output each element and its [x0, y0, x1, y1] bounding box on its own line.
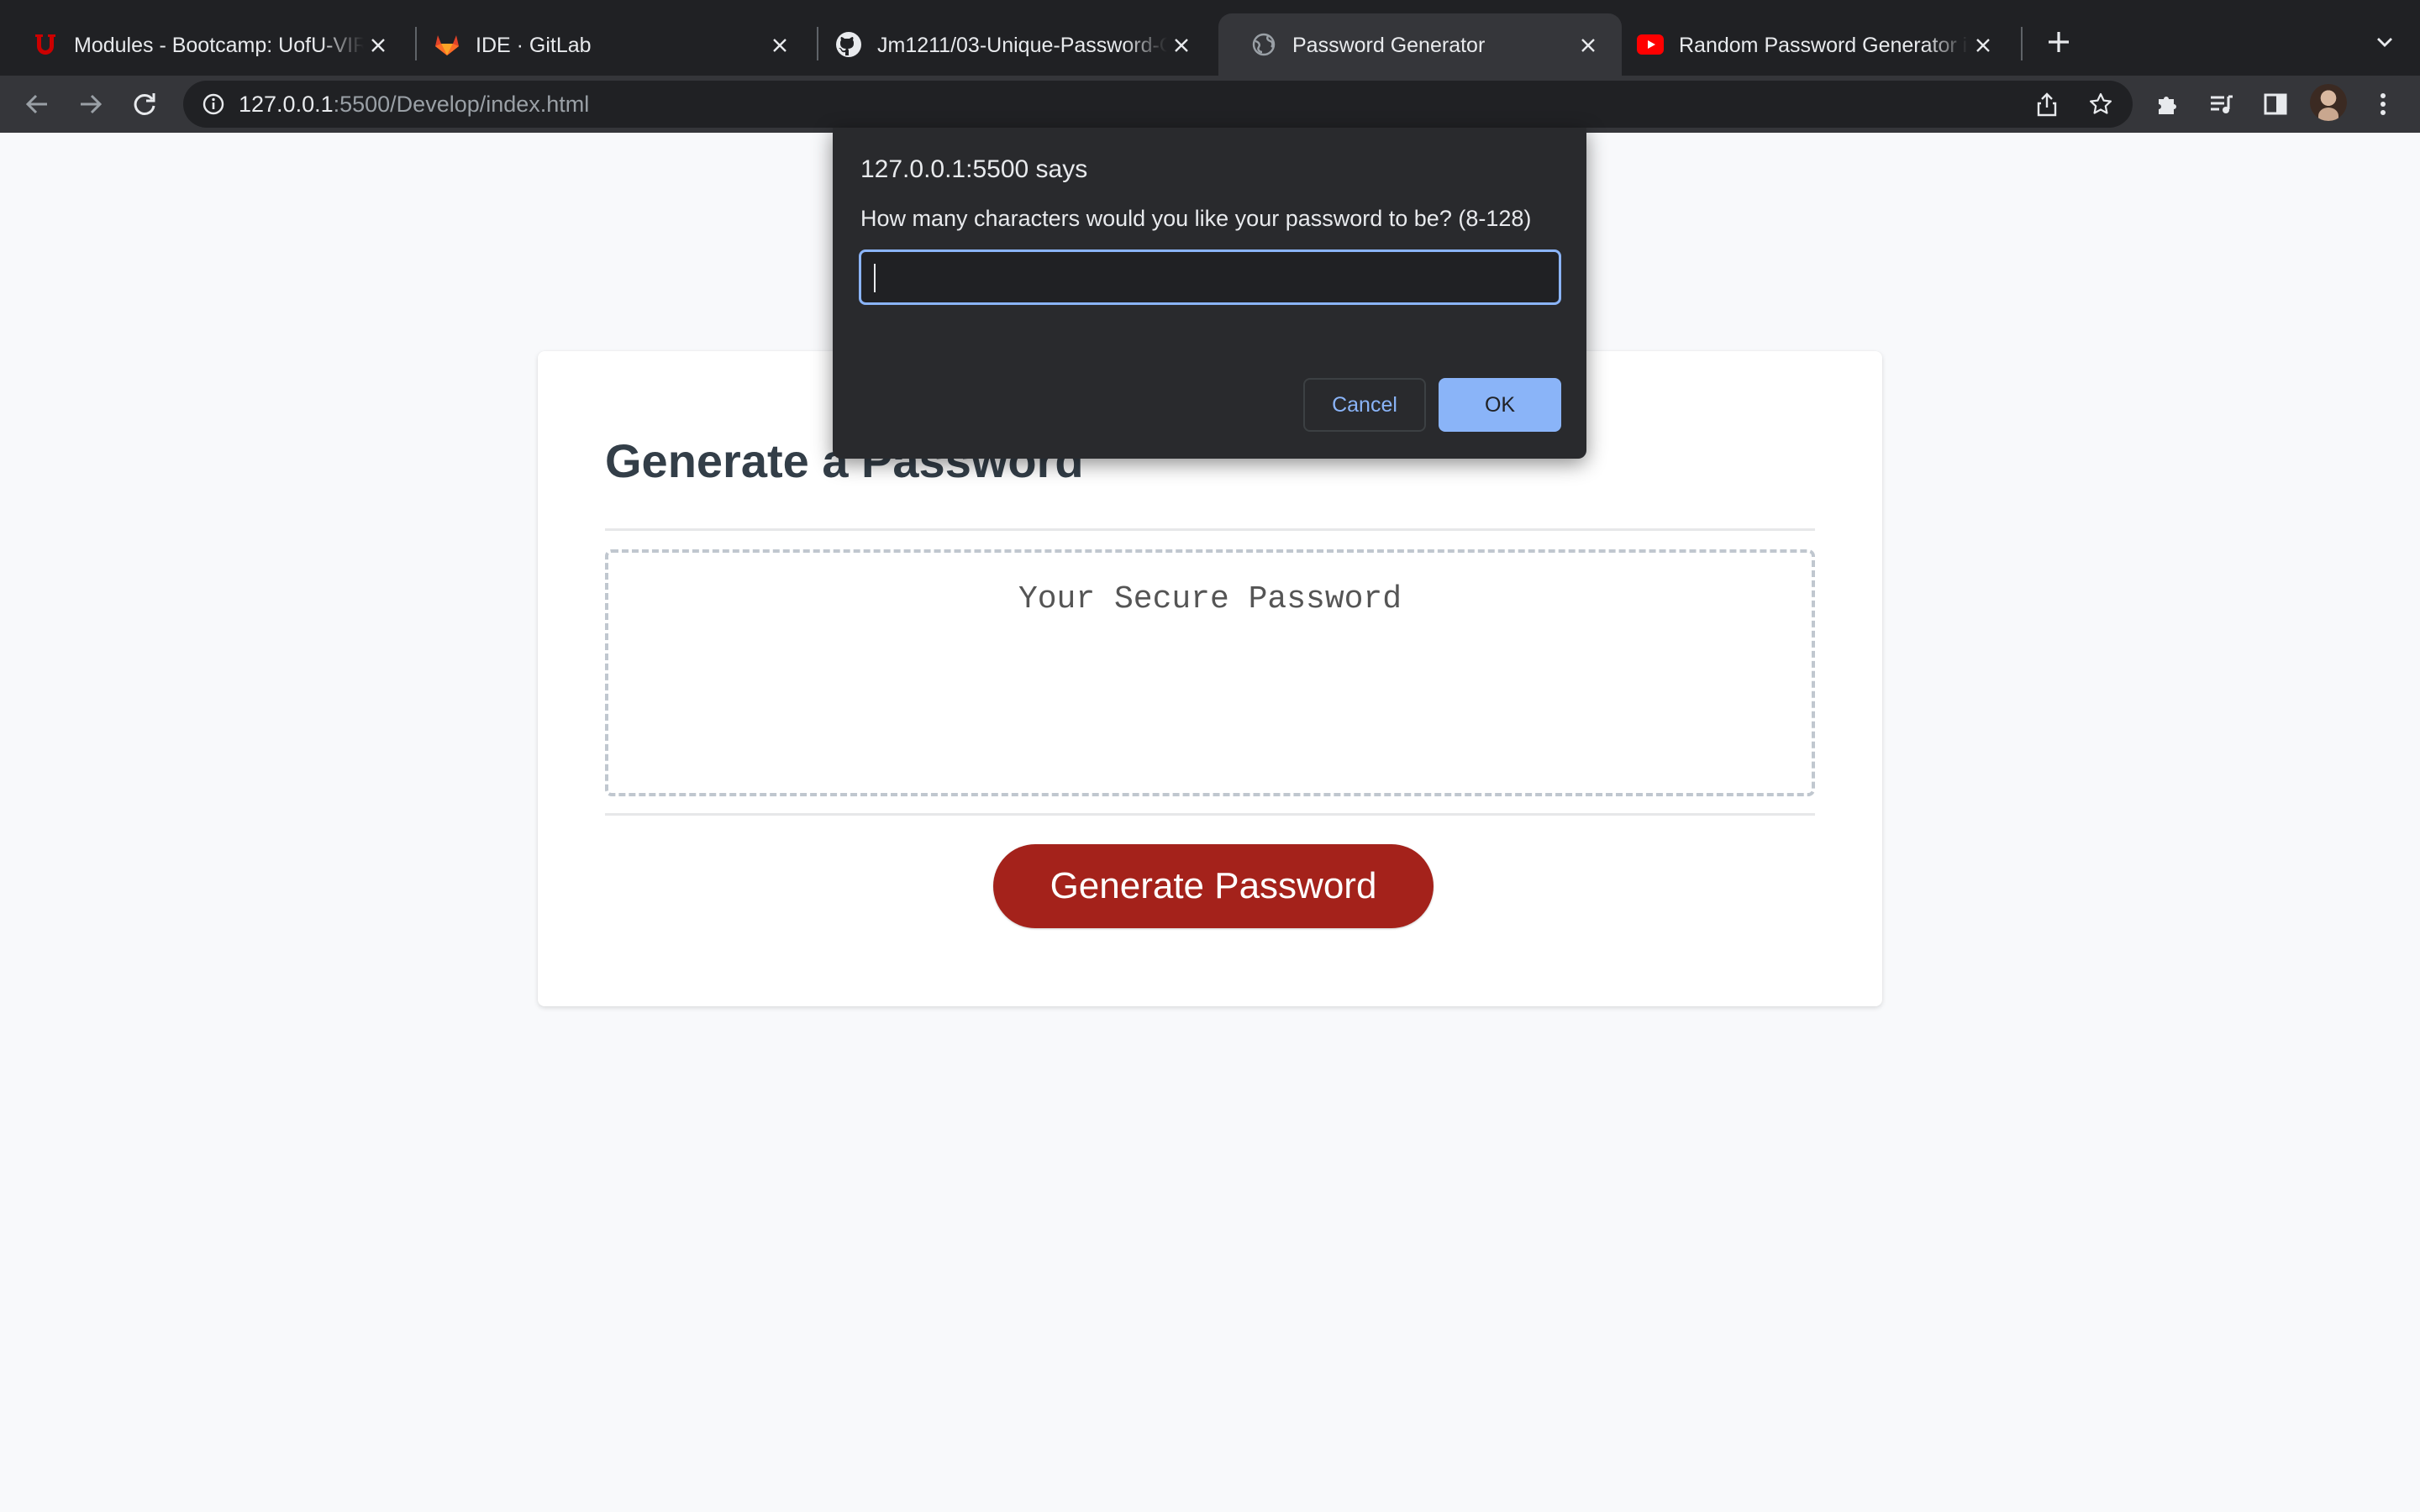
url-path: :5500/Develop/index.html: [333, 92, 590, 117]
password-output[interactable]: [605, 549, 1815, 796]
dialog-origin: 127.0.0.1:5500 says: [860, 155, 1088, 183]
generate-password-button[interactable]: Generate Password: [993, 844, 1434, 928]
tab-title: Password Generator: [1292, 34, 1486, 57]
address-bar[interactable]: 127.0.0.1:5500/Develop/index.html: [183, 81, 2133, 128]
prompt-dialog: 127.0.0.1:5500 says How many characters …: [833, 128, 1586, 459]
divider: [605, 528, 1815, 531]
side-panel-icon[interactable]: [2257, 86, 2294, 123]
tab-title: Jm1211/03-Unique-Password-Generator: [877, 34, 1167, 57]
close-icon[interactable]: [1971, 34, 1995, 57]
bookmark-star-icon[interactable]: [2086, 89, 2116, 119]
tab-title: Random Password Generator in JavaScript: [1679, 34, 1969, 57]
divider: [605, 813, 1815, 816]
gitlab-icon: [434, 31, 460, 58]
tab-title: IDE · GitLab: [476, 34, 592, 57]
youtube-icon: [1637, 31, 1664, 58]
reload-icon[interactable]: [126, 86, 163, 123]
tab-gitlab[interactable]: IDE · GitLab: [402, 13, 813, 76]
profile-avatar[interactable]: [2310, 84, 2347, 121]
password-length-input[interactable]: [859, 249, 1561, 305]
browser-toolbar: 127.0.0.1:5500/Develop/index.html: [0, 76, 2420, 133]
url-text: 127.0.0.1:5500/Develop/index.html: [239, 81, 589, 128]
github-icon: [835, 31, 862, 58]
uofu-logo-icon: [32, 31, 59, 58]
tab-github[interactable]: Jm1211/03-Unique-Password-Generator: [803, 13, 1215, 76]
tab-search-chevron-down-icon[interactable]: [2368, 25, 2402, 59]
media-queue-icon[interactable]: [2203, 86, 2240, 123]
tab-password-generator[interactable]: Password Generator: [1218, 13, 1622, 76]
tab-separator: [2021, 27, 2023, 60]
back-arrow-icon[interactable]: [18, 86, 55, 123]
share-icon[interactable]: [2032, 89, 2062, 119]
close-icon[interactable]: [1170, 34, 1193, 57]
forward-arrow-icon[interactable]: [72, 86, 109, 123]
tab-strip: Modules - Bootcamp: UofU-VIRT IDE · GitL…: [0, 0, 2420, 76]
globe-icon: [1250, 31, 1277, 58]
url-host: 127.0.0.1: [239, 92, 334, 117]
ok-button[interactable]: OK: [1439, 378, 1561, 432]
text-caret: [874, 264, 876, 292]
cancel-button[interactable]: Cancel: [1303, 378, 1426, 432]
dialog-message: How many characters would you like your …: [860, 206, 1532, 231]
site-info-icon[interactable]: [198, 89, 229, 119]
tab-title: Modules - Bootcamp: UofU-VIRT: [74, 34, 364, 57]
close-icon[interactable]: [768, 34, 792, 57]
tab-youtube[interactable]: Random Password Generator in JavaScript: [1605, 13, 2017, 76]
close-icon[interactable]: [366, 34, 390, 57]
new-tab-plus-icon[interactable]: [2042, 25, 2075, 59]
extensions-puzzle-icon[interactable]: [2149, 86, 2186, 123]
tab-modules[interactable]: Modules - Bootcamp: UofU-VIRT: [0, 13, 412, 76]
more-menu-icon[interactable]: [2365, 86, 2402, 123]
close-icon[interactable]: [1576, 34, 1600, 57]
